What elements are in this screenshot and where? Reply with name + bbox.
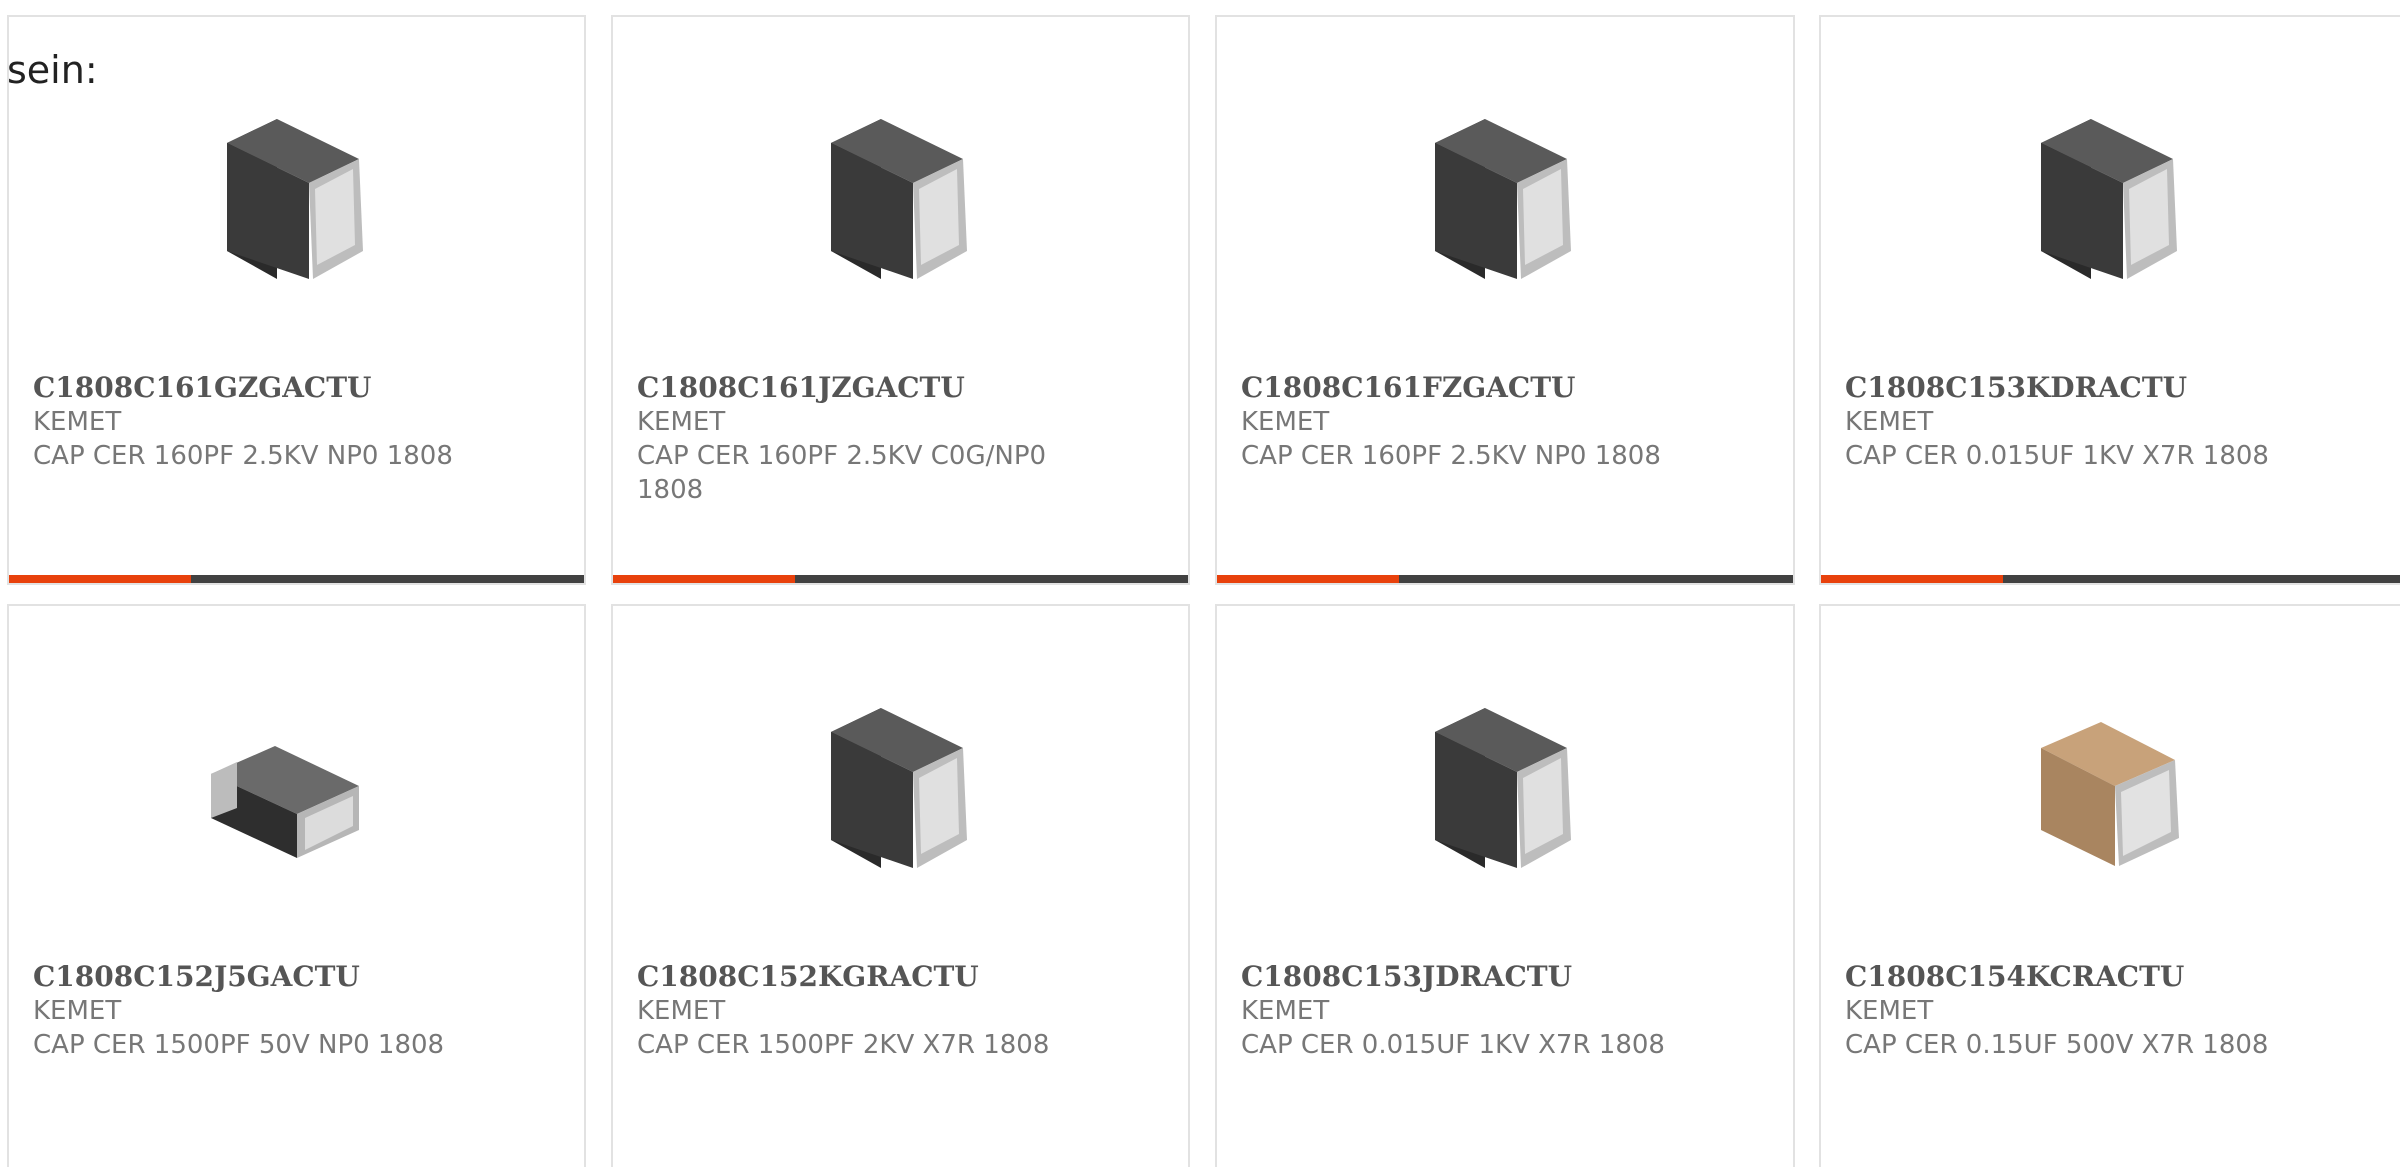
description: CAP CER 160PF 2.5KV C0G/NP0 1808	[637, 441, 1047, 505]
description: CAP CER 1500PF 50V NP0 1808	[33, 1030, 445, 1060]
manufacturer: KEMET	[1241, 407, 1330, 437]
product-card[interactable]: C1808C152J5GACTU KEMET CAP CER 1500PF 50…	[7, 604, 586, 1167]
description: CAP CER 160PF 2.5KV NP0 1808	[1241, 441, 1661, 471]
dark-ceramic-capacitor-upright-icon	[197, 101, 397, 301]
product-card[interactable]: C1808C153KDRACTU KEMET CAP CER 0.015UF 1…	[1819, 15, 2400, 585]
part-number[interactable]: C1808C161JZGACTU	[637, 371, 1164, 405]
card-bottom-bar	[1217, 575, 1793, 583]
card-bottom-bar	[1821, 575, 2400, 583]
manufacturer: KEMET	[33, 407, 122, 437]
dark-ceramic-capacitor-upright-icon	[1405, 690, 1605, 890]
tan-ceramic-capacitor-icon	[2011, 690, 2211, 890]
description: CAP CER 0.015UF 1KV X7R 1808	[1241, 1030, 1665, 1060]
manufacturer: KEMET	[33, 996, 122, 1026]
description: CAP CER 0.015UF 1KV X7R 1808	[1845, 441, 2269, 471]
product-card[interactable]: C1808C161JZGACTU KEMET CAP CER 160PF 2.5…	[611, 15, 1190, 585]
part-number[interactable]: C1808C152KGRACTU	[637, 960, 1164, 994]
part-number[interactable]: C1808C161GZGACTU	[33, 371, 560, 405]
card-bottom-bar	[9, 575, 584, 583]
product-card[interactable]: C1808C161FZGACTU KEMET CAP CER 160PF 2.5…	[1215, 15, 1795, 585]
manufacturer: KEMET	[1845, 996, 1934, 1026]
part-number[interactable]: C1808C153KDRACTU	[1845, 371, 2376, 405]
card-accent	[613, 575, 795, 583]
manufacturer: KEMET	[1241, 996, 1330, 1026]
intro-text: sein:	[7, 48, 98, 92]
description: CAP CER 160PF 2.5KV NP0 1808	[33, 441, 453, 471]
part-number[interactable]: C1808C152J5GACTU	[33, 960, 560, 994]
dark-ceramic-capacitor-upright-icon	[1405, 101, 1605, 301]
part-number[interactable]: C1808C161FZGACTU	[1241, 371, 1769, 405]
card-accent	[9, 575, 191, 583]
dark-ceramic-capacitor-upright-icon	[801, 101, 1001, 301]
product-card[interactable]: C1808C153JDRACTU KEMET CAP CER 0.015UF 1…	[1215, 604, 1795, 1167]
dark-ceramic-capacitor-upright-icon	[2011, 101, 2211, 301]
part-number[interactable]: C1808C154KCRACTU	[1845, 960, 2376, 994]
card-accent	[1217, 575, 1399, 583]
dark-ceramic-capacitor-flat-icon	[197, 690, 397, 890]
part-number[interactable]: C1808C153JDRACTU	[1241, 960, 1769, 994]
card-bottom-bar	[613, 575, 1188, 583]
product-card[interactable]: C1808C152KGRACTU KEMET CAP CER 1500PF 2K…	[611, 604, 1190, 1167]
manufacturer: KEMET	[637, 996, 726, 1026]
product-card[interactable]: C1808C154KCRACTU KEMET CAP CER 0.15UF 50…	[1819, 604, 2400, 1167]
manufacturer: KEMET	[637, 407, 726, 437]
manufacturer: KEMET	[1845, 407, 1934, 437]
dark-ceramic-capacitor-upright-icon	[801, 690, 1001, 890]
card-accent	[1821, 575, 2003, 583]
description: CAP CER 1500PF 2KV X7R 1808	[637, 1030, 1050, 1060]
product-grid-page: sein: C1808C161GZGACTU KEMET CAP CER 160…	[0, 0, 2400, 1167]
product-card[interactable]: C1808C161GZGACTU KEMET CAP CER 160PF 2.5…	[7, 15, 586, 585]
description: CAP CER 0.15UF 500V X7R 1808	[1845, 1030, 2269, 1060]
